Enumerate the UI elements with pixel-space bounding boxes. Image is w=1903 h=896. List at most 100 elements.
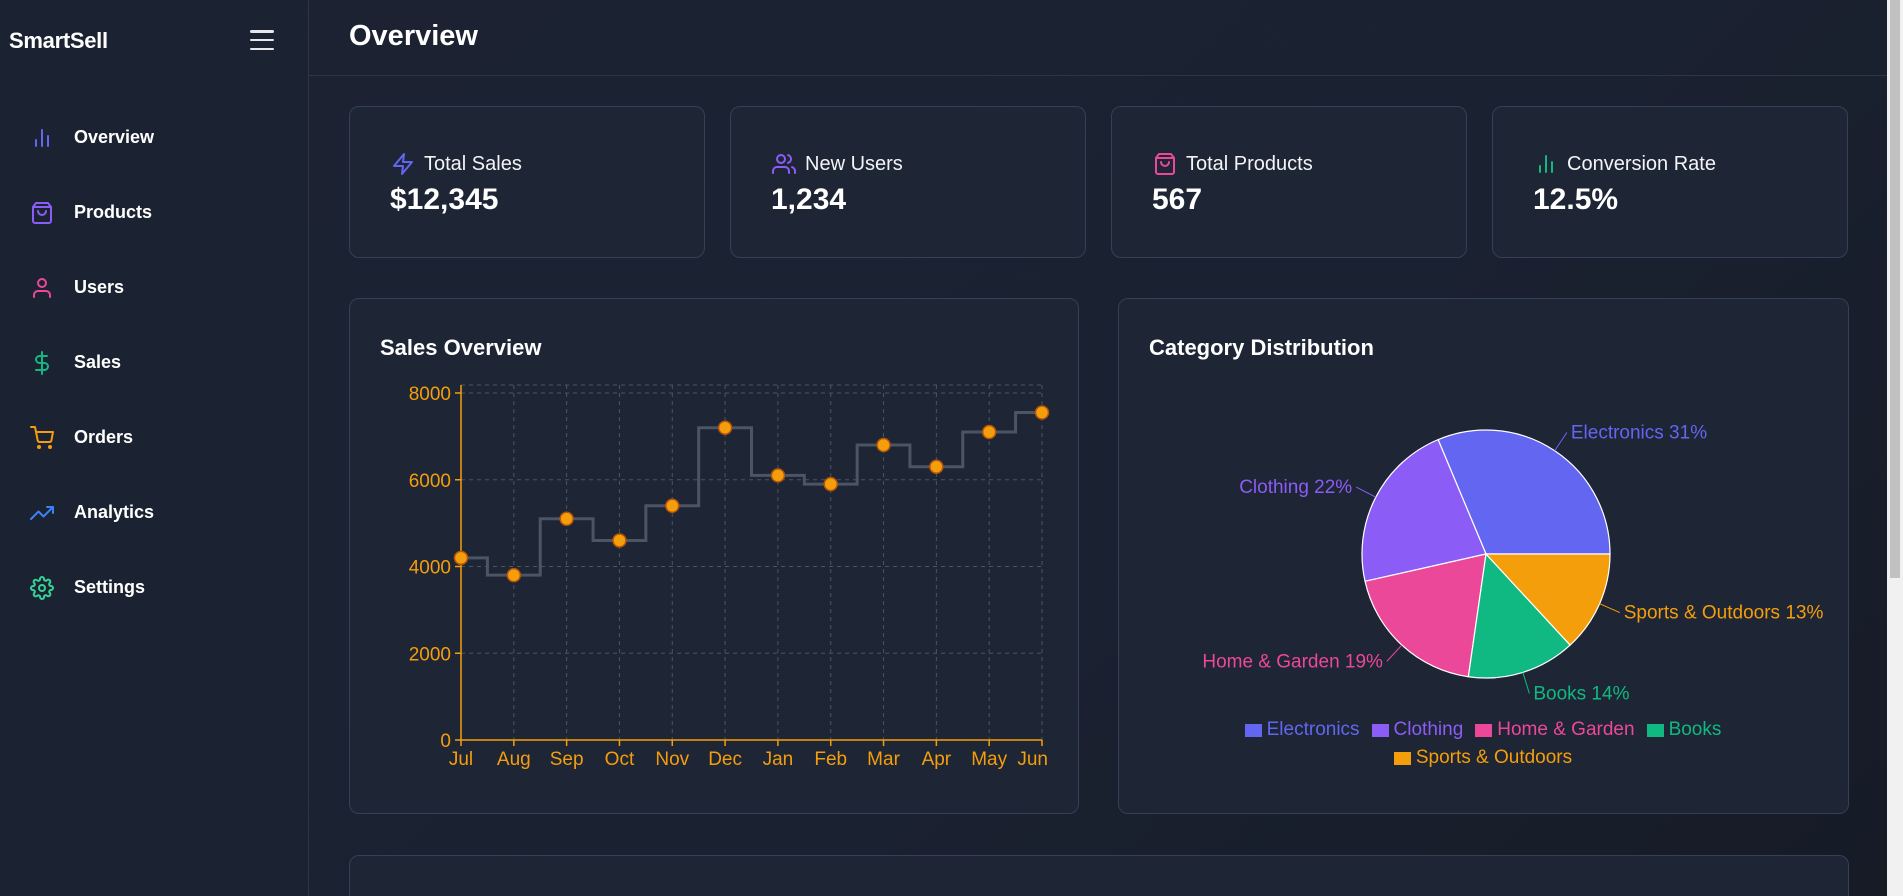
- pie-slice-label: Clothing 22%: [1239, 477, 1352, 498]
- pie-label-leader: [1599, 603, 1620, 613]
- data-point[interactable]: [453, 550, 469, 566]
- stat-card-new-users: New Users 1,234: [730, 106, 1086, 258]
- dollar-icon: [29, 350, 55, 376]
- shopping-bag-icon: [1152, 151, 1178, 177]
- stat-label: Total Products: [1186, 152, 1313, 175]
- scrollbar-thumb[interactable]: [1890, 0, 1900, 578]
- sales-series-line: [461, 411, 1042, 577]
- x-tick-label: Nov: [655, 749, 689, 770]
- stat-value: 1,234: [771, 183, 847, 216]
- sidebar-nav: Overview Products Users Sales Orders Ana…: [0, 100, 308, 625]
- data-point[interactable]: [612, 533, 627, 548]
- sales-overview-card: Sales Overview 0 2000 4000 6000 8000 Jul Aug Se…: [349, 298, 1079, 814]
- x-tick-label: Mar: [867, 749, 900, 770]
- x-tick-label: Apr: [922, 749, 952, 770]
- sidebar-item-label: Settings: [74, 577, 146, 597]
- sidebar-item-label: Sales: [74, 352, 122, 372]
- pie-label-leader: [1356, 486, 1377, 498]
- stat-label: Total Sales: [424, 152, 522, 175]
- x-tick-label: Sep: [550, 749, 584, 770]
- x-tick-label: Aug: [497, 749, 531, 770]
- stat-value: 567: [1152, 183, 1203, 216]
- legend-swatch: [1393, 751, 1411, 765]
- legend-swatch: [1244, 723, 1262, 737]
- sidebar-item-products[interactable]: Products: [0, 175, 308, 250]
- pie-slice-label: Home & Garden 19%: [1202, 651, 1383, 672]
- stat-card-conversion-rate: Conversion Rate 12.5%: [1492, 106, 1848, 258]
- user-icon: [29, 275, 55, 301]
- bar-chart-icon: [29, 125, 55, 151]
- menu-toggle-icon[interactable]: [250, 30, 274, 50]
- sidebar: SmartSell Overview Products Users Sales: [0, 0, 309, 896]
- legend-item[interactable]: Clothing: [1371, 719, 1464, 741]
- x-tick-label: Dec: [708, 749, 742, 770]
- x-tick-label: Jul: [449, 749, 473, 770]
- bar-chart-icon: [1533, 151, 1559, 177]
- legend-label: Clothing: [1393, 719, 1464, 740]
- zap-icon: [390, 151, 416, 177]
- legend-item[interactable]: Sports & Outdoors: [1393, 747, 1573, 769]
- x-tick-label: Oct: [605, 749, 635, 770]
- sales-line-chart: 02000400060008000Jul Aug Sep Oct Nov Dec Jan Fe…: [409, 384, 1050, 770]
- gear-icon: [29, 575, 55, 601]
- data-point[interactable]: [929, 459, 944, 474]
- sidebar-item-analytics[interactable]: Analytics: [0, 475, 308, 550]
- sidebar-item-overview[interactable]: Overview: [0, 100, 308, 175]
- data-point[interactable]: [506, 567, 522, 583]
- top-header: Overview: [309, 0, 1887, 76]
- stat-card-total-products: Total Products 567: [1111, 106, 1467, 258]
- sidebar-item-label: Products: [74, 202, 153, 222]
- stat-card-total-sales: Total Sales $12,345: [349, 106, 705, 258]
- pie-label-leader: [1522, 672, 1530, 694]
- y-tick-label: 4000: [409, 558, 451, 579]
- legend-label: Home & Garden: [1497, 719, 1635, 740]
- data-point[interactable]: [1034, 405, 1050, 420]
- x-tick-label: Jan: [763, 749, 794, 770]
- legend-swatch: [1371, 723, 1389, 737]
- stat-label: New Users: [805, 152, 903, 175]
- chart-legend: Electronics Clothing Home & Garden Books Spo…: [1169, 719, 1797, 769]
- shopping-bag-icon: [29, 200, 55, 226]
- legend-swatch: [1475, 723, 1493, 737]
- trending-up-icon: [29, 500, 55, 526]
- data-point[interactable]: [770, 468, 786, 483]
- stat-label: Conversion Rate: [1567, 152, 1716, 175]
- x-tick-label: Feb: [814, 749, 847, 770]
- sidebar-item-users[interactable]: Users: [0, 250, 308, 325]
- pie-label-leader: [1554, 432, 1568, 452]
- data-point[interactable]: [559, 511, 574, 527]
- data-point[interactable]: [717, 420, 733, 435]
- legend-swatch: [1646, 723, 1664, 737]
- data-point[interactable]: [823, 476, 838, 492]
- legend-item[interactable]: Books: [1646, 719, 1722, 741]
- brand-logo[interactable]: SmartSell: [9, 28, 108, 54]
- bottom-panel-card: [349, 855, 1849, 896]
- stat-value: 12.5%: [1533, 183, 1619, 216]
- legend-label: Books: [1668, 719, 1722, 740]
- sidebar-item-orders[interactable]: Orders: [0, 400, 308, 475]
- pie-label-leader: [1386, 644, 1403, 662]
- y-tick-label: 6000: [409, 471, 451, 492]
- legend-item[interactable]: Home & Garden: [1475, 719, 1635, 741]
- data-point[interactable]: [981, 424, 997, 440]
- y-tick-label: 2000: [409, 644, 451, 665]
- cart-icon: [29, 425, 55, 451]
- sidebar-item-sales[interactable]: Sales: [0, 325, 308, 400]
- stat-value: $12,345: [390, 183, 499, 216]
- data-point[interactable]: [876, 437, 891, 453]
- x-tick-label: May: [971, 749, 1007, 770]
- sidebar-item-settings[interactable]: Settings: [0, 550, 308, 625]
- data-point[interactable]: [665, 498, 680, 514]
- category-distribution-card: Category Distribution Electronics 31% Clo…: [1118, 298, 1849, 814]
- sidebar-item-label: Overview: [74, 127, 155, 147]
- legend-label: Electronics: [1266, 719, 1360, 740]
- sidebar-item-label: Analytics: [74, 502, 155, 522]
- sidebar-item-label: Users: [74, 277, 125, 297]
- legend-label: Sports & Outdoors: [1415, 747, 1573, 768]
- page-scrollbar[interactable]: [1887, 0, 1903, 896]
- pie-slice-label: Books 14%: [1533, 683, 1629, 704]
- page-title: Overview: [349, 20, 478, 52]
- pie-slice-label: Electronics 31%: [1571, 422, 1707, 443]
- legend-item[interactable]: Electronics: [1244, 719, 1360, 741]
- y-tick-label: 8000: [409, 384, 451, 405]
